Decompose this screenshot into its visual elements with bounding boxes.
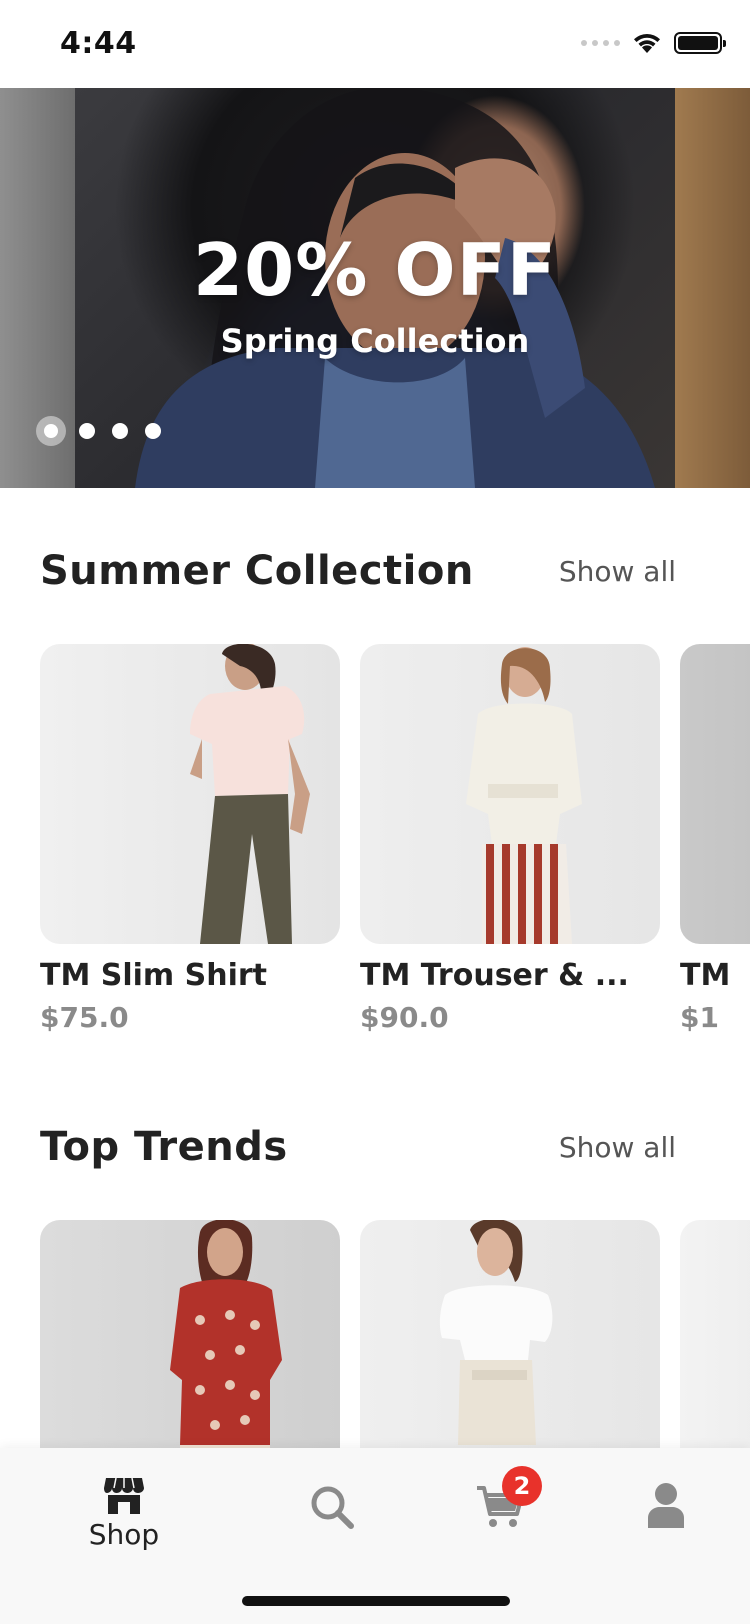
product-image[interactable]	[360, 644, 660, 944]
promo-banner-carousel[interactable]: 20% OFF Spring Collection	[0, 88, 750, 488]
product-price: $90.0	[360, 1001, 449, 1034]
banner-next-slide[interactable]	[675, 88, 750, 488]
section-title: Top Trends	[40, 1124, 288, 1170]
product-card[interactable]	[680, 1220, 750, 1448]
signal-icon	[581, 40, 620, 46]
product-card[interactable]: TM Slim Shirt $75.0	[40, 644, 340, 1034]
status-time: 4:44	[60, 26, 137, 61]
shop-icon	[104, 1477, 144, 1514]
product-photo	[466, 647, 582, 944]
product-image[interactable]	[40, 1220, 340, 1448]
product-price: $75.0	[40, 1001, 129, 1034]
nav-item-shop[interactable]: Shop	[64, 1472, 184, 1551]
battery-icon	[674, 32, 726, 54]
section-header-summer: Summer Collection Show all	[40, 548, 676, 594]
product-card[interactable]	[360, 1220, 660, 1448]
product-price: $1	[680, 1001, 719, 1034]
product-photo	[439, 1220, 553, 1445]
nav-item-search[interactable]	[272, 1472, 392, 1530]
nav-label-shop: Shop	[88, 1518, 160, 1551]
banner-subtitle: Spring Collection	[220, 322, 530, 360]
show-all-link[interactable]: Show all	[559, 1131, 676, 1164]
product-image[interactable]	[680, 644, 750, 944]
home-indicator[interactable]	[242, 1596, 510, 1606]
status-icons	[581, 32, 726, 54]
product-card[interactable]	[40, 1220, 340, 1448]
product-carousel-summer[interactable]: TM Slim Shirt $75.0 TM Trouser & ... $90	[40, 644, 750, 1044]
product-card[interactable]: TM $1	[680, 644, 750, 1034]
search-icon	[311, 1486, 354, 1529]
product-photo	[170, 1220, 282, 1448]
section-header-top-trends: Top Trends Show all	[40, 1124, 676, 1170]
wifi-icon	[634, 33, 660, 53]
product-name: TM	[680, 958, 731, 993]
product-card[interactable]: TM Trouser & ... $90.0	[360, 644, 660, 1034]
cart-count-badge: 2	[502, 1466, 542, 1506]
product-photo	[190, 644, 310, 944]
banner-page-indicator[interactable]	[36, 416, 161, 446]
product-name: TM Trouser & ...	[360, 958, 629, 993]
page-dot[interactable]	[145, 423, 161, 439]
product-image[interactable]	[680, 1220, 750, 1448]
page-dot[interactable]	[79, 423, 95, 439]
show-all-link[interactable]: Show all	[559, 555, 676, 588]
page-dot[interactable]	[112, 423, 128, 439]
product-image[interactable]	[40, 644, 340, 944]
product-carousel-top-trends[interactable]	[40, 1220, 750, 1448]
nav-item-cart[interactable]: 2	[440, 1466, 560, 1530]
section-title: Summer Collection	[40, 548, 474, 594]
profile-icon	[648, 1483, 684, 1528]
page-dot-active[interactable]	[36, 416, 66, 446]
nav-item-profile[interactable]	[606, 1472, 726, 1528]
banner-title: 20% OFF	[193, 228, 557, 312]
product-name: TM Slim Shirt	[40, 958, 268, 993]
status-bar: 4:44	[0, 0, 750, 88]
product-image[interactable]	[360, 1220, 660, 1448]
